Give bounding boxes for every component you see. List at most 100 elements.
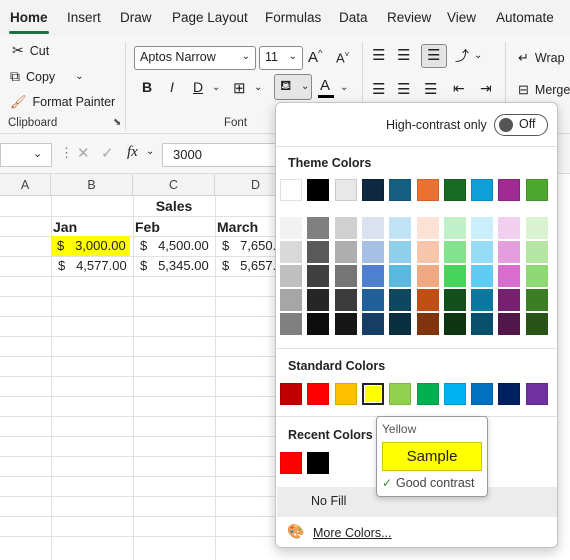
tab-home[interactable]: Home: [10, 10, 48, 25]
cell-c3[interactable]: $ 4,500.00: [134, 236, 214, 256]
theme-shade-swatch[interactable]: [361, 289, 384, 311]
theme-color-swatch[interactable]: [498, 179, 521, 201]
theme-color-swatch[interactable]: [389, 179, 412, 201]
theme-shade-swatch[interactable]: [471, 289, 494, 311]
theme-shade-swatch[interactable]: [307, 313, 330, 335]
standard-color-swatch[interactable]: [280, 383, 302, 405]
font-size-select[interactable]: 11 ⌄: [259, 46, 303, 70]
more-options-icon[interactable]: ⋮: [60, 145, 73, 161]
theme-shade-swatch[interactable]: [525, 241, 548, 263]
cell-d4[interactable]: $ 5,657.: [216, 256, 275, 276]
tab-draw[interactable]: Draw: [120, 10, 152, 25]
font-name-select[interactable]: Aptos Narrow ⌄: [134, 46, 256, 70]
chevron-down-icon[interactable]: ⌄: [254, 82, 262, 93]
standard-color-swatch[interactable]: [525, 383, 548, 405]
theme-shade-swatch[interactable]: [525, 265, 548, 287]
standard-color-swatch[interactable]: [307, 383, 330, 405]
column-header-b[interactable]: B: [51, 174, 133, 196]
name-box[interactable]: ⌄: [0, 143, 52, 167]
theme-shade-swatch[interactable]: [443, 313, 466, 335]
standard-color-swatch-selected[interactable]: [361, 383, 384, 405]
font-color-icon[interactable]: A: [320, 77, 330, 94]
theme-shade-swatch[interactable]: [280, 241, 302, 263]
theme-shade-swatch[interactable]: [334, 289, 357, 311]
theme-shade-swatch[interactable]: [416, 313, 439, 335]
bold-button[interactable]: B: [142, 79, 152, 95]
theme-shade-swatch[interactable]: [307, 289, 330, 311]
theme-color-swatch[interactable]: [280, 179, 302, 201]
shrink-font-icon[interactable]: A˅: [336, 50, 349, 65]
cell-d3[interactable]: $ 7,650.: [216, 236, 275, 256]
theme-shade-swatch[interactable]: [443, 241, 466, 263]
column-header-a[interactable]: A: [0, 174, 51, 196]
theme-shade-swatch[interactable]: [471, 217, 494, 239]
theme-shade-swatch[interactable]: [471, 265, 494, 287]
column-header-c[interactable]: C: [133, 174, 215, 196]
chevron-down-icon[interactable]: ⌄: [212, 82, 220, 93]
standard-color-swatch[interactable]: [334, 383, 357, 405]
theme-shade-swatch[interactable]: [307, 265, 330, 287]
chevron-down-icon[interactable]: ⌄: [474, 50, 482, 61]
more-colors-option[interactable]: 🎨 More Colors...: [277, 519, 557, 547]
merge-button[interactable]: ⊟ Merge: [518, 82, 570, 98]
align-left-icon[interactable]: ☰: [372, 80, 385, 98]
formula-input[interactable]: 3000: [162, 143, 282, 167]
standard-color-swatch[interactable]: [498, 383, 521, 405]
tab-formulas[interactable]: Formulas: [265, 10, 321, 25]
theme-shade-swatch[interactable]: [471, 241, 494, 263]
theme-color-swatch[interactable]: [307, 179, 330, 201]
theme-shade-swatch[interactable]: [416, 241, 439, 263]
dialog-launcher-icon[interactable]: ⬊: [113, 117, 121, 128]
chevron-down-icon[interactable]: ⌄: [75, 71, 83, 82]
theme-shade-swatch[interactable]: [443, 217, 466, 239]
theme-shade-swatch[interactable]: [498, 265, 521, 287]
theme-color-swatch[interactable]: [443, 179, 466, 201]
theme-shade-swatch[interactable]: [361, 217, 384, 239]
enter-icon[interactable]: ✓: [101, 144, 114, 162]
theme-shade-swatch[interactable]: [389, 241, 412, 263]
tab-review[interactable]: Review: [387, 10, 431, 25]
cut-button[interactable]: ✂ Cut: [12, 42, 49, 59]
align-top-icon[interactable]: ☰: [372, 46, 385, 64]
standard-color-swatch[interactable]: [471, 383, 494, 405]
theme-color-swatch[interactable]: [361, 179, 384, 201]
theme-shade-swatch[interactable]: [361, 313, 384, 335]
theme-shade-swatch[interactable]: [334, 217, 357, 239]
theme-shade-swatch[interactable]: [525, 289, 548, 311]
theme-shade-swatch[interactable]: [307, 241, 330, 263]
theme-shade-swatch[interactable]: [389, 217, 412, 239]
italic-button[interactable]: I: [170, 79, 174, 95]
align-center-icon[interactable]: ☰: [397, 80, 410, 98]
theme-shade-swatch[interactable]: [443, 265, 466, 287]
tab-data[interactable]: Data: [339, 10, 368, 25]
theme-shade-swatch[interactable]: [498, 241, 521, 263]
copy-button[interactable]: ⧉ Copy ⌄: [10, 68, 84, 85]
theme-shade-swatch[interactable]: [389, 265, 412, 287]
theme-shade-swatch[interactable]: [280, 217, 302, 239]
tab-automate[interactable]: Automate: [496, 10, 554, 25]
tab-insert[interactable]: Insert: [67, 10, 101, 25]
chevron-down-icon[interactable]: ⌄: [340, 82, 348, 93]
theme-color-swatch[interactable]: [334, 179, 357, 201]
theme-shade-swatch[interactable]: [280, 289, 302, 311]
theme-shade-swatch[interactable]: [416, 289, 439, 311]
align-bottom-button[interactable]: ☰: [421, 44, 447, 68]
theme-shade-swatch[interactable]: [334, 265, 357, 287]
tab-view[interactable]: View: [447, 10, 476, 25]
insert-function-icon[interactable]: fx: [127, 144, 138, 161]
theme-shade-swatch[interactable]: [416, 265, 439, 287]
theme-shade-swatch[interactable]: [498, 289, 521, 311]
theme-shade-swatch[interactable]: [525, 217, 548, 239]
orientation-icon[interactable]: ⤴: [455, 46, 469, 66]
theme-shade-swatch[interactable]: [498, 217, 521, 239]
theme-shade-swatch[interactable]: [334, 313, 357, 335]
fill-color-button[interactable]: ⛾ ⌄: [274, 74, 312, 100]
borders-icon[interactable]: ⊞: [233, 79, 246, 97]
theme-shade-swatch[interactable]: [389, 313, 412, 335]
theme-color-swatch[interactable]: [471, 179, 494, 201]
align-middle-icon[interactable]: ☰: [397, 46, 410, 64]
theme-shade-swatch[interactable]: [361, 241, 384, 263]
wrap-text-button[interactable]: ↵ Wrap: [518, 50, 565, 66]
header-jan[interactable]: Jan: [53, 217, 131, 237]
theme-shade-swatch[interactable]: [525, 313, 548, 335]
